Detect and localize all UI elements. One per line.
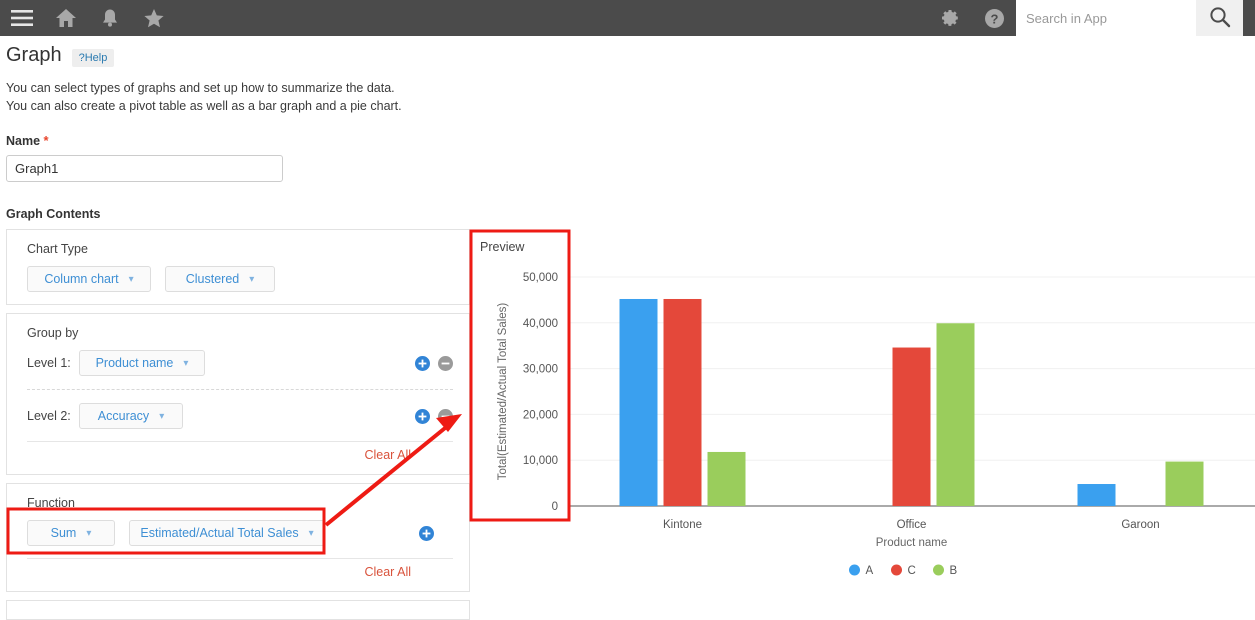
remove-level-1-button[interactable] xyxy=(438,356,453,371)
name-field-label: Name * xyxy=(6,133,470,148)
x-axis-tick-label: Kintone xyxy=(663,519,702,531)
chart-type-value: Column chart xyxy=(44,272,118,286)
help-button[interactable]: ?Help xyxy=(72,49,115,67)
remove-level-2-button[interactable] xyxy=(438,409,453,424)
level-1-field-dropdown[interactable]: Product name ▾ xyxy=(79,350,205,376)
menu-icon[interactable] xyxy=(0,0,44,36)
level-2-value: Accuracy xyxy=(98,409,149,423)
legend-swatch-A xyxy=(849,565,860,576)
function-field-value: Estimated/Actual Total Sales xyxy=(140,526,298,540)
chart-style-value: Clustered xyxy=(186,272,240,286)
group-by-bottom-divider xyxy=(27,441,453,442)
add-level-1-button[interactable] xyxy=(415,356,430,371)
chevron-down-icon: ▾ xyxy=(129,274,134,285)
x-axis-tick-label: Office xyxy=(897,519,927,531)
bell-icon[interactable] xyxy=(88,0,132,36)
y-axis-tick-label: 50,000 xyxy=(523,272,558,284)
legend-label-A: A xyxy=(866,565,874,577)
next-section-panel xyxy=(6,600,470,620)
function-title: Function xyxy=(27,496,453,510)
chevron-down-icon: ▾ xyxy=(309,528,314,539)
bar-office-B xyxy=(937,323,975,506)
search-button[interactable] xyxy=(1196,0,1243,36)
chevron-down-icon: ▾ xyxy=(249,274,254,285)
star-icon[interactable] xyxy=(132,0,176,36)
group-by-level-2-row: Level 2: Accuracy ▾ xyxy=(27,403,453,429)
name-label-text: Name xyxy=(6,134,40,148)
graph-settings-form: Name * Graph Contents Chart Type Column … xyxy=(0,115,470,620)
group-by-title: Group by xyxy=(27,326,453,340)
group-by-divider xyxy=(27,389,453,390)
function-aggregate-dropdown[interactable]: Sum ▾ xyxy=(27,520,115,546)
legend-label-C: C xyxy=(908,565,916,577)
bar-garoon-A xyxy=(1078,484,1116,506)
bar-kintone-C xyxy=(664,299,702,506)
level-1-value: Product name xyxy=(96,356,174,370)
bar-kintone-A xyxy=(620,299,658,506)
y-axis-tick-label: 0 xyxy=(552,501,558,513)
graph-preview-chart: 0 10,000 20,000 30,000 40,000 50,000 Total(Est… xyxy=(470,230,1255,605)
description-line-1: You can select types of graphs and set u… xyxy=(6,79,1255,97)
group-by-level-1-row: Level 1: Product name ▾ xyxy=(27,350,453,376)
topbar-right-edge xyxy=(1243,0,1255,36)
level-1-label: Level 1: xyxy=(27,356,79,370)
chevron-down-icon: ▾ xyxy=(159,411,164,422)
bar-garoon-B xyxy=(1166,462,1204,506)
preview-area: Preview 010,00020,00030,00040,00050,000T… xyxy=(470,230,1255,605)
page-description: You can select types of graphs and set u… xyxy=(6,79,1255,115)
y-axis-tick-label: 10,000 xyxy=(523,455,558,467)
legend-swatch-C xyxy=(891,565,902,576)
page-title: Graph xyxy=(6,44,62,67)
function-row: Sum ▾ Estimated/Actual Total Sales ▾ xyxy=(27,520,453,546)
description-line-2: You can also create a pivot table as wel… xyxy=(6,97,1255,115)
gear-icon[interactable] xyxy=(928,0,972,36)
x-axis-tick-label: Garoon xyxy=(1121,519,1159,531)
y-axis-tick-label: 20,000 xyxy=(523,409,558,421)
chart-type-title: Chart Type xyxy=(27,242,453,256)
chevron-down-icon: ▾ xyxy=(183,358,188,369)
required-asterisk: * xyxy=(44,133,49,148)
group-by-panel: Group by Level 1: Product name ▾ Level 2… xyxy=(6,313,470,475)
chevron-down-icon: ▾ xyxy=(86,528,91,539)
chart-type-panel: Chart Type Column chart ▾ Clustered ▾ xyxy=(6,229,470,305)
chart-type-dropdown[interactable]: Column chart ▾ xyxy=(27,266,151,292)
bar-kintone-B xyxy=(708,452,746,506)
function-bottom-divider xyxy=(27,558,453,559)
add-function-button[interactable] xyxy=(419,526,434,541)
search-icon xyxy=(1209,6,1231,31)
group-by-clear-all-link[interactable]: Clear All xyxy=(27,448,453,462)
graph-contents-label: Graph Contents xyxy=(6,207,470,221)
search-input[interactable] xyxy=(1016,0,1196,36)
function-panel: Function Sum ▾ Estimated/Actual Total Sa… xyxy=(6,483,470,592)
legend-label-B: B xyxy=(950,565,958,577)
function-field-dropdown[interactable]: Estimated/Actual Total Sales ▾ xyxy=(129,520,325,546)
chart-style-dropdown[interactable]: Clustered ▾ xyxy=(165,266,275,292)
y-axis-tick-label: 30,000 xyxy=(523,364,558,376)
function-aggregate-value: Sum xyxy=(51,526,77,540)
graph-name-input[interactable] xyxy=(6,155,283,182)
help-icon[interactable]: ? xyxy=(972,0,1016,36)
top-app-bar: ? xyxy=(0,0,1255,36)
search-bar xyxy=(1016,0,1243,36)
level-2-field-dropdown[interactable]: Accuracy ▾ xyxy=(79,403,183,429)
y-axis-title: Total(Estimated/Actual Total Sales) xyxy=(497,303,509,481)
x-axis-title: Product name xyxy=(876,537,948,549)
home-icon[interactable] xyxy=(44,0,88,36)
legend-swatch-B xyxy=(933,565,944,576)
y-axis-tick-label: 40,000 xyxy=(523,318,558,330)
bar-office-C xyxy=(893,348,931,506)
level-2-label: Level 2: xyxy=(27,409,79,423)
page-header: Graph ?Help You can select types of grap… xyxy=(0,36,1255,115)
add-level-2-button[interactable] xyxy=(415,409,430,424)
svg-text:?: ? xyxy=(990,11,998,26)
function-clear-all-link[interactable]: Clear All xyxy=(27,565,453,579)
